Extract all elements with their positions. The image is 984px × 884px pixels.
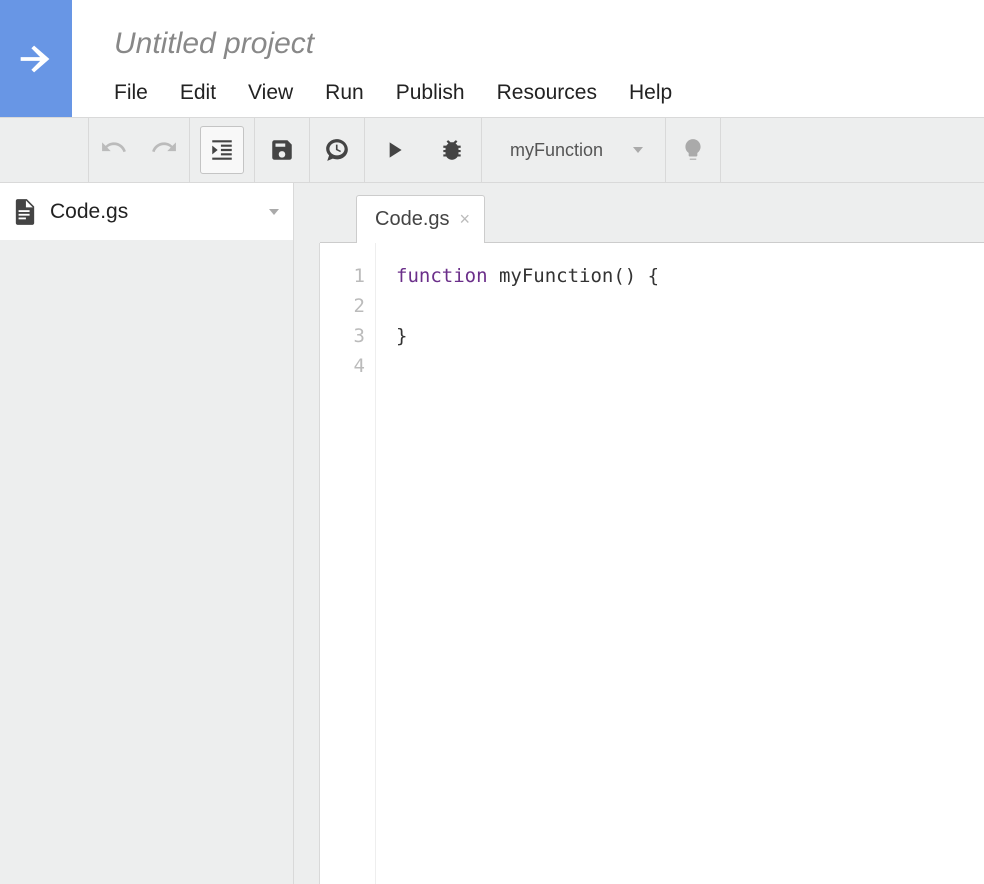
clock-chat-icon: [324, 137, 350, 163]
back-arrow-button[interactable]: [0, 0, 72, 117]
undo-icon: [101, 137, 127, 163]
lightbulb-button[interactable]: [666, 118, 721, 182]
redo-button[interactable]: [139, 126, 189, 174]
close-icon[interactable]: ×: [460, 209, 471, 230]
indent-icon: [209, 137, 235, 163]
editor-area: Code.gs × 1 2 3 4 function myFunction() …: [294, 183, 984, 884]
arrow-right-icon: [13, 36, 59, 82]
triggers-button[interactable]: [310, 118, 365, 182]
indent-button[interactable]: [190, 118, 255, 182]
play-icon: [381, 137, 407, 163]
menu-help[interactable]: Help: [629, 81, 672, 105]
tab-bar: Code.gs ×: [294, 195, 984, 243]
debug-button[interactable]: [423, 126, 481, 174]
save-icon: [269, 137, 295, 163]
editor-tab-label: Code.gs: [375, 208, 450, 231]
project-title[interactable]: Untitled project: [114, 27, 984, 61]
editor-tab[interactable]: Code.gs ×: [356, 195, 485, 243]
sidebar-file-label: Code.gs: [50, 200, 128, 224]
menu-run[interactable]: Run: [325, 81, 364, 105]
function-select[interactable]: myFunction: [482, 118, 666, 182]
undo-redo-group: [88, 118, 190, 182]
menu-view[interactable]: View: [248, 81, 293, 105]
code-area[interactable]: 1 2 3 4 function myFunction() { }: [320, 242, 984, 884]
header: Untitled project File Edit View Run Publ…: [0, 0, 984, 117]
lightbulb-icon: [680, 137, 706, 163]
sidebar-file-item[interactable]: Code.gs: [0, 183, 293, 241]
chevron-down-icon: [269, 209, 279, 215]
undo-button[interactable]: [89, 126, 139, 174]
function-select-label: myFunction: [510, 140, 603, 161]
toolbar: myFunction: [0, 117, 984, 183]
sidebar: Code.gs: [0, 183, 294, 884]
editor-left-gutter: [294, 243, 320, 884]
file-icon: [14, 199, 36, 225]
menu-file[interactable]: File: [114, 81, 148, 105]
title-area: Untitled project File Edit View Run Publ…: [72, 0, 984, 117]
menu-edit[interactable]: Edit: [180, 81, 216, 105]
menu-resources[interactable]: Resources: [497, 81, 597, 105]
code-text[interactable]: function myFunction() { }: [376, 243, 984, 884]
run-button[interactable]: [365, 126, 423, 174]
menu-bar: File Edit View Run Publish Resources Hel…: [114, 81, 984, 105]
chevron-down-icon: [633, 147, 643, 153]
run-debug-group: [365, 118, 482, 182]
save-button[interactable]: [255, 118, 310, 182]
bug-icon: [439, 137, 465, 163]
line-numbers: 1 2 3 4: [320, 243, 376, 884]
menu-publish[interactable]: Publish: [396, 81, 465, 105]
redo-icon: [151, 137, 177, 163]
body-area: Code.gs Code.gs × 1 2 3 4 function myFun…: [0, 183, 984, 884]
